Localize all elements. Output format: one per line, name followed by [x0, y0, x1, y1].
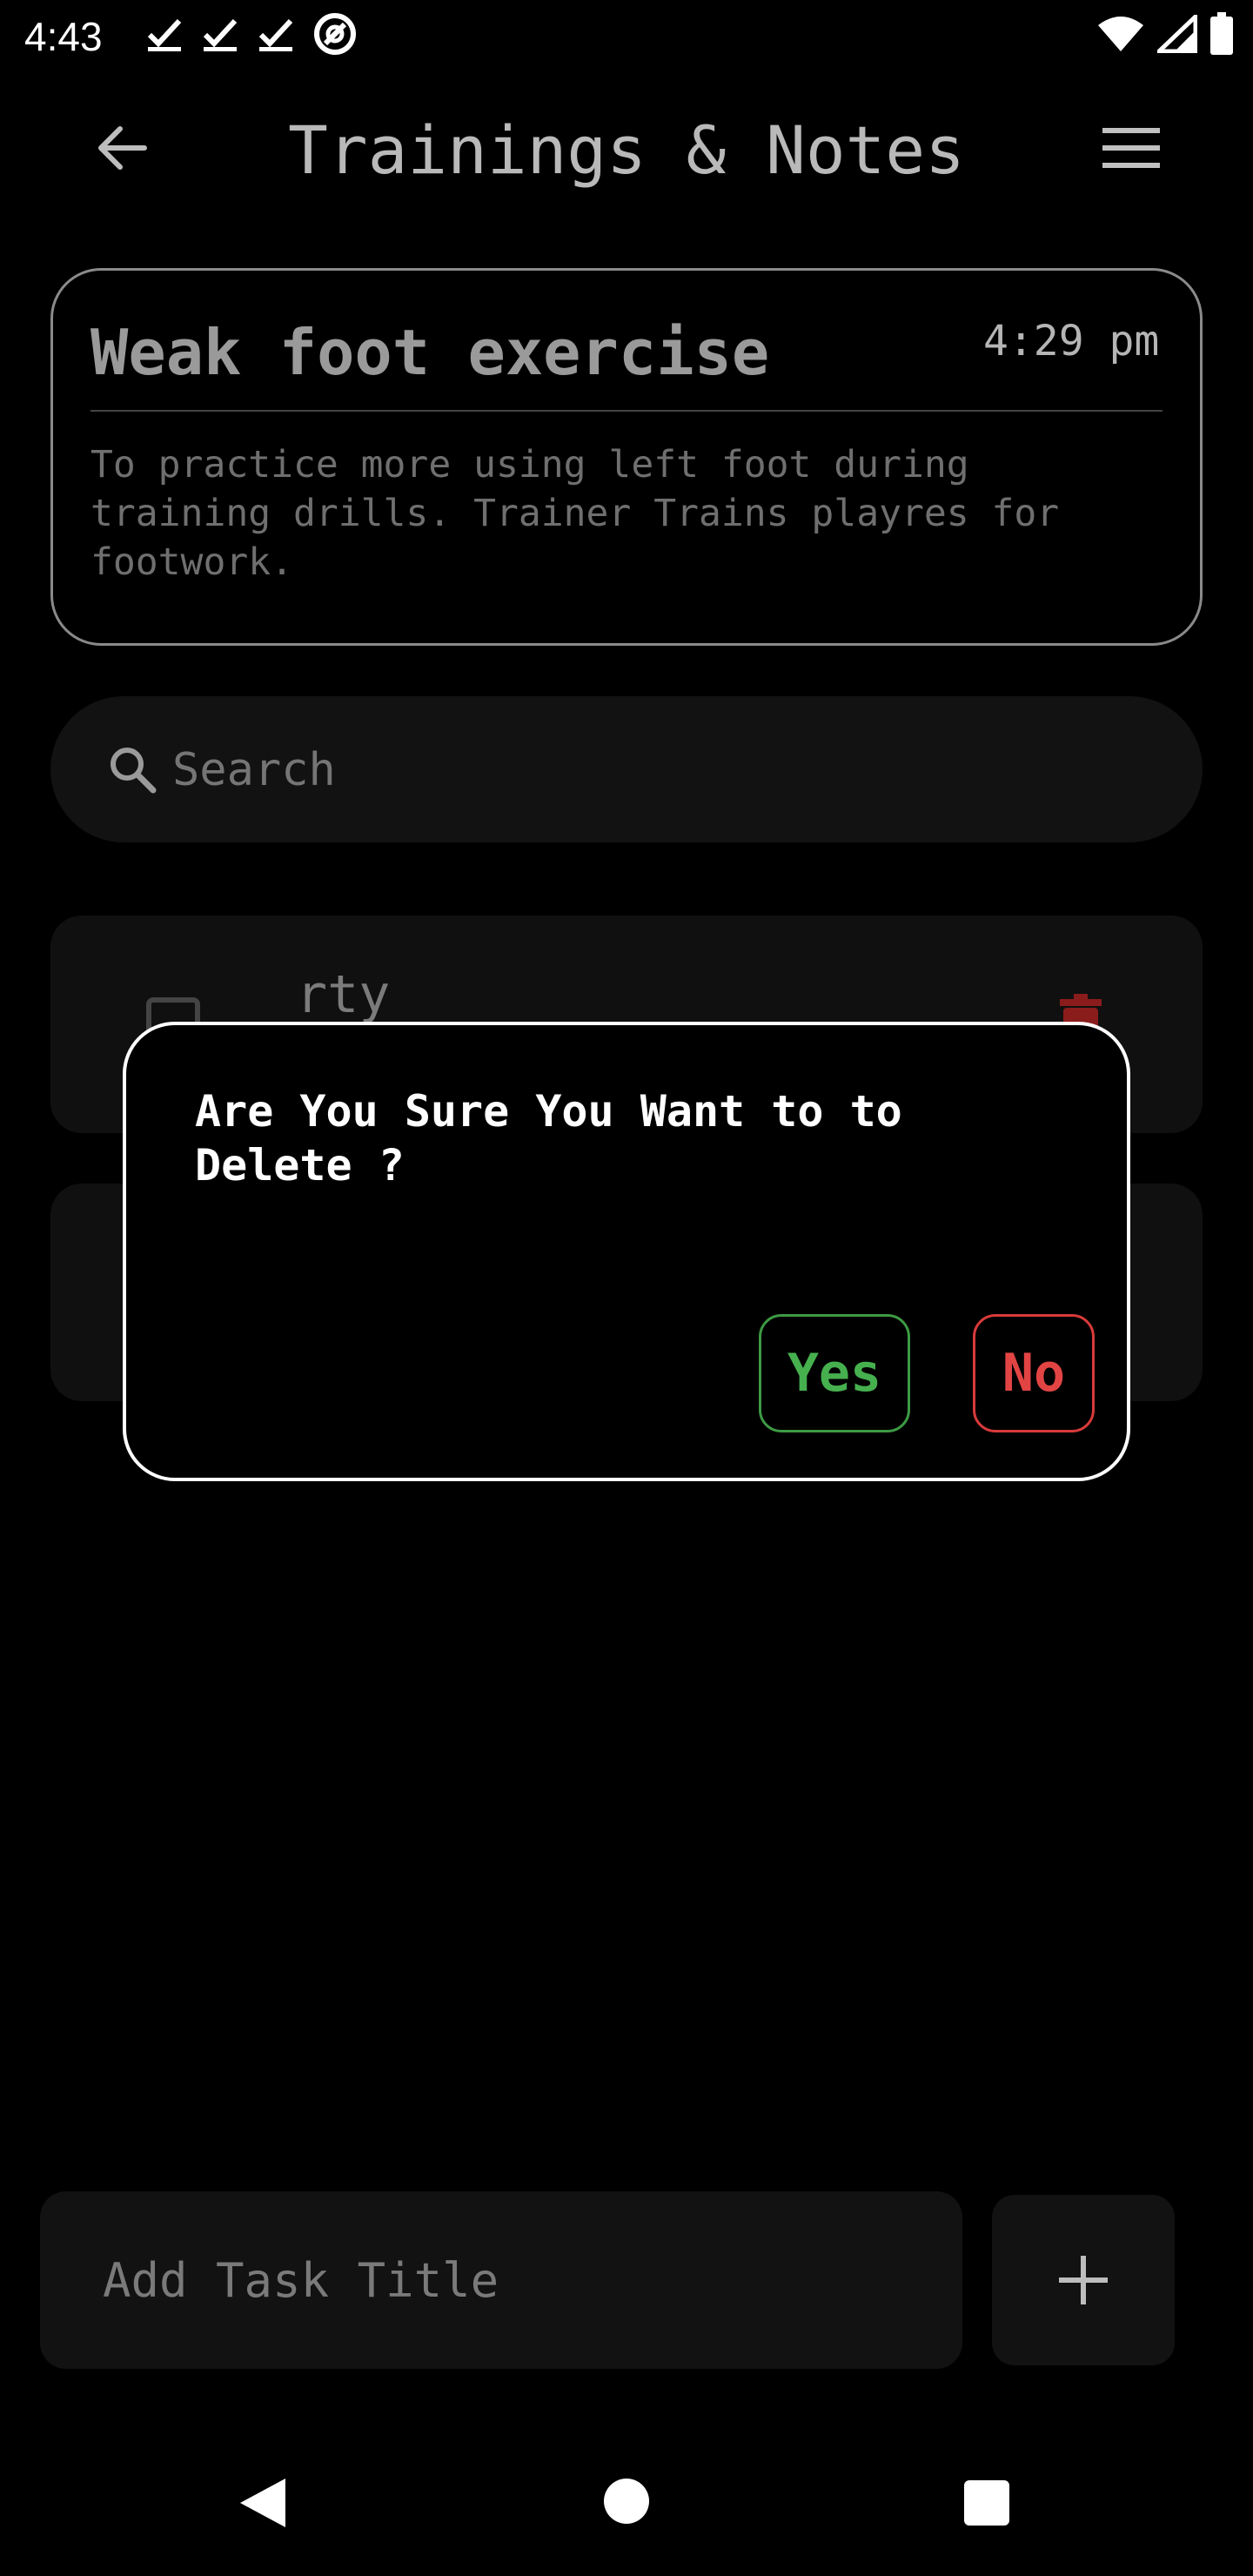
- add-task-button[interactable]: [992, 2195, 1175, 2365]
- note-divider: [90, 410, 1163, 412]
- note-time: 4:29 pm: [983, 317, 1160, 366]
- note-body: To practice more using left foot during …: [90, 443, 1060, 584]
- nav-recents-icon[interactable]: [964, 2480, 1009, 2526]
- menu-button[interactable]: [1096, 113, 1166, 183]
- status-right-icons: [1096, 12, 1234, 56]
- nav-home-icon[interactable]: [604, 2479, 649, 2524]
- page-title: Trainings & Notes: [288, 111, 965, 189]
- dialog-message: Are You Sure You Want to to Delete ?: [195, 1086, 902, 1191]
- signal-icon: [1157, 15, 1197, 53]
- search-input[interactable]: [172, 740, 781, 801]
- check-icon: [203, 18, 238, 51]
- check-icon: [147, 18, 182, 51]
- task-title: rty: [296, 964, 391, 1025]
- plus-icon: [1059, 2256, 1108, 2304]
- wifi-icon: [1098, 17, 1143, 51]
- status-time: 4:43: [24, 14, 103, 59]
- check-icon: [258, 18, 293, 51]
- no-button[interactable]: No: [973, 1314, 1095, 1432]
- menu-icon: [1102, 128, 1160, 168]
- yes-button[interactable]: Yes: [759, 1314, 910, 1432]
- battery-icon: [1210, 12, 1233, 55]
- at-sign-icon: [314, 13, 356, 55]
- nav-back-icon[interactable]: [237, 2475, 292, 2531]
- note-title: Weak foot exercise: [90, 316, 770, 389]
- search-icon: [111, 748, 157, 794]
- status-left-icons: [146, 12, 357, 56]
- add-task-input[interactable]: [40, 2191, 962, 2369]
